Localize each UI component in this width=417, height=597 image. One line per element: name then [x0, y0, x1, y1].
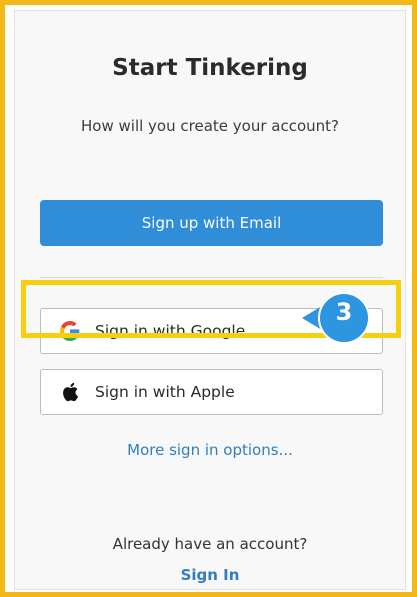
divider [40, 277, 383, 278]
sign-in-apple-button[interactable]: Sign in with Apple [40, 369, 383, 415]
sign-in-google-button[interactable]: Sign in with Google [40, 308, 383, 354]
sign-in-link[interactable]: Sign In [15, 566, 405, 584]
sign-in-google-label: Sign in with Google [95, 322, 246, 340]
google-icon [59, 320, 81, 342]
sign-up-email-button[interactable]: Sign up with Email [40, 200, 383, 246]
sign-in-apple-label: Sign in with Apple [95, 383, 235, 401]
page-subtitle: How will you create your account? [81, 117, 339, 135]
more-sign-in-options-link[interactable]: More sign in options... [15, 441, 405, 459]
sign-up-email-label: Sign up with Email [141, 214, 282, 232]
page-title: Start Tinkering [112, 55, 308, 81]
signup-panel: Start Tinkering How will you create your… [14, 10, 406, 590]
apple-icon [59, 381, 81, 403]
already-have-account-text: Already have an account? [112, 535, 308, 553]
